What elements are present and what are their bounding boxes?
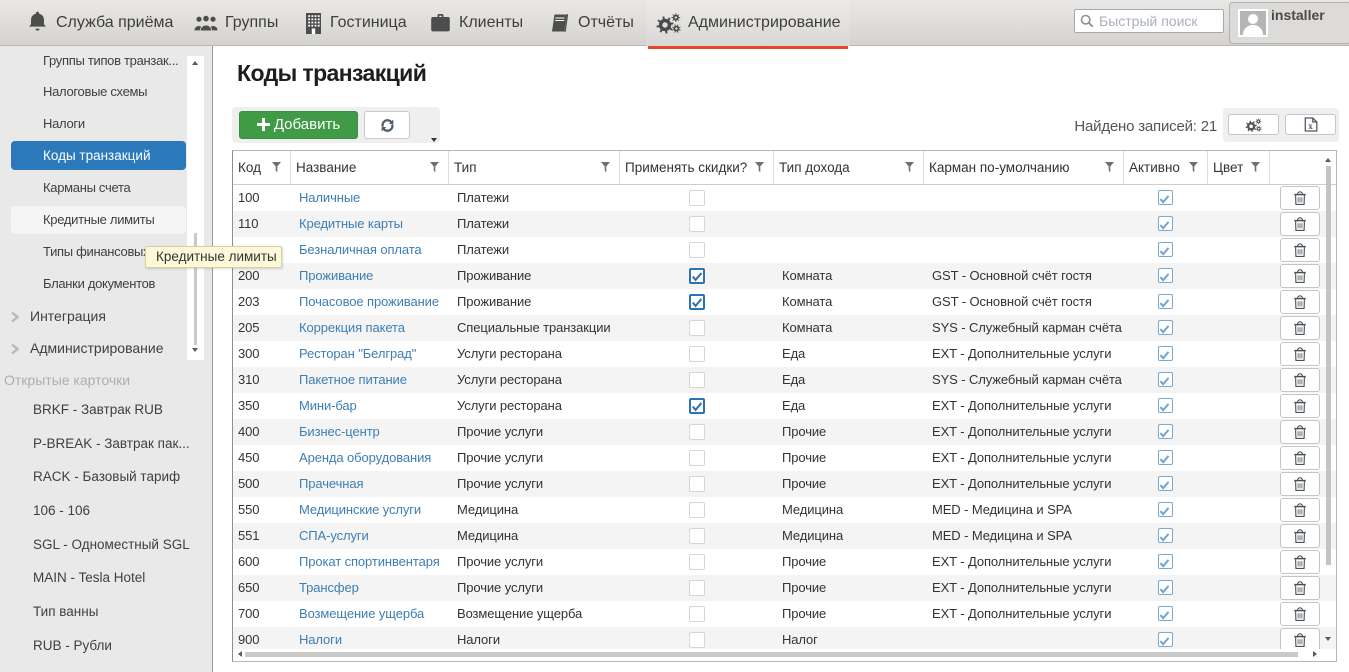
- svg-text:x: x: [1308, 121, 1313, 131]
